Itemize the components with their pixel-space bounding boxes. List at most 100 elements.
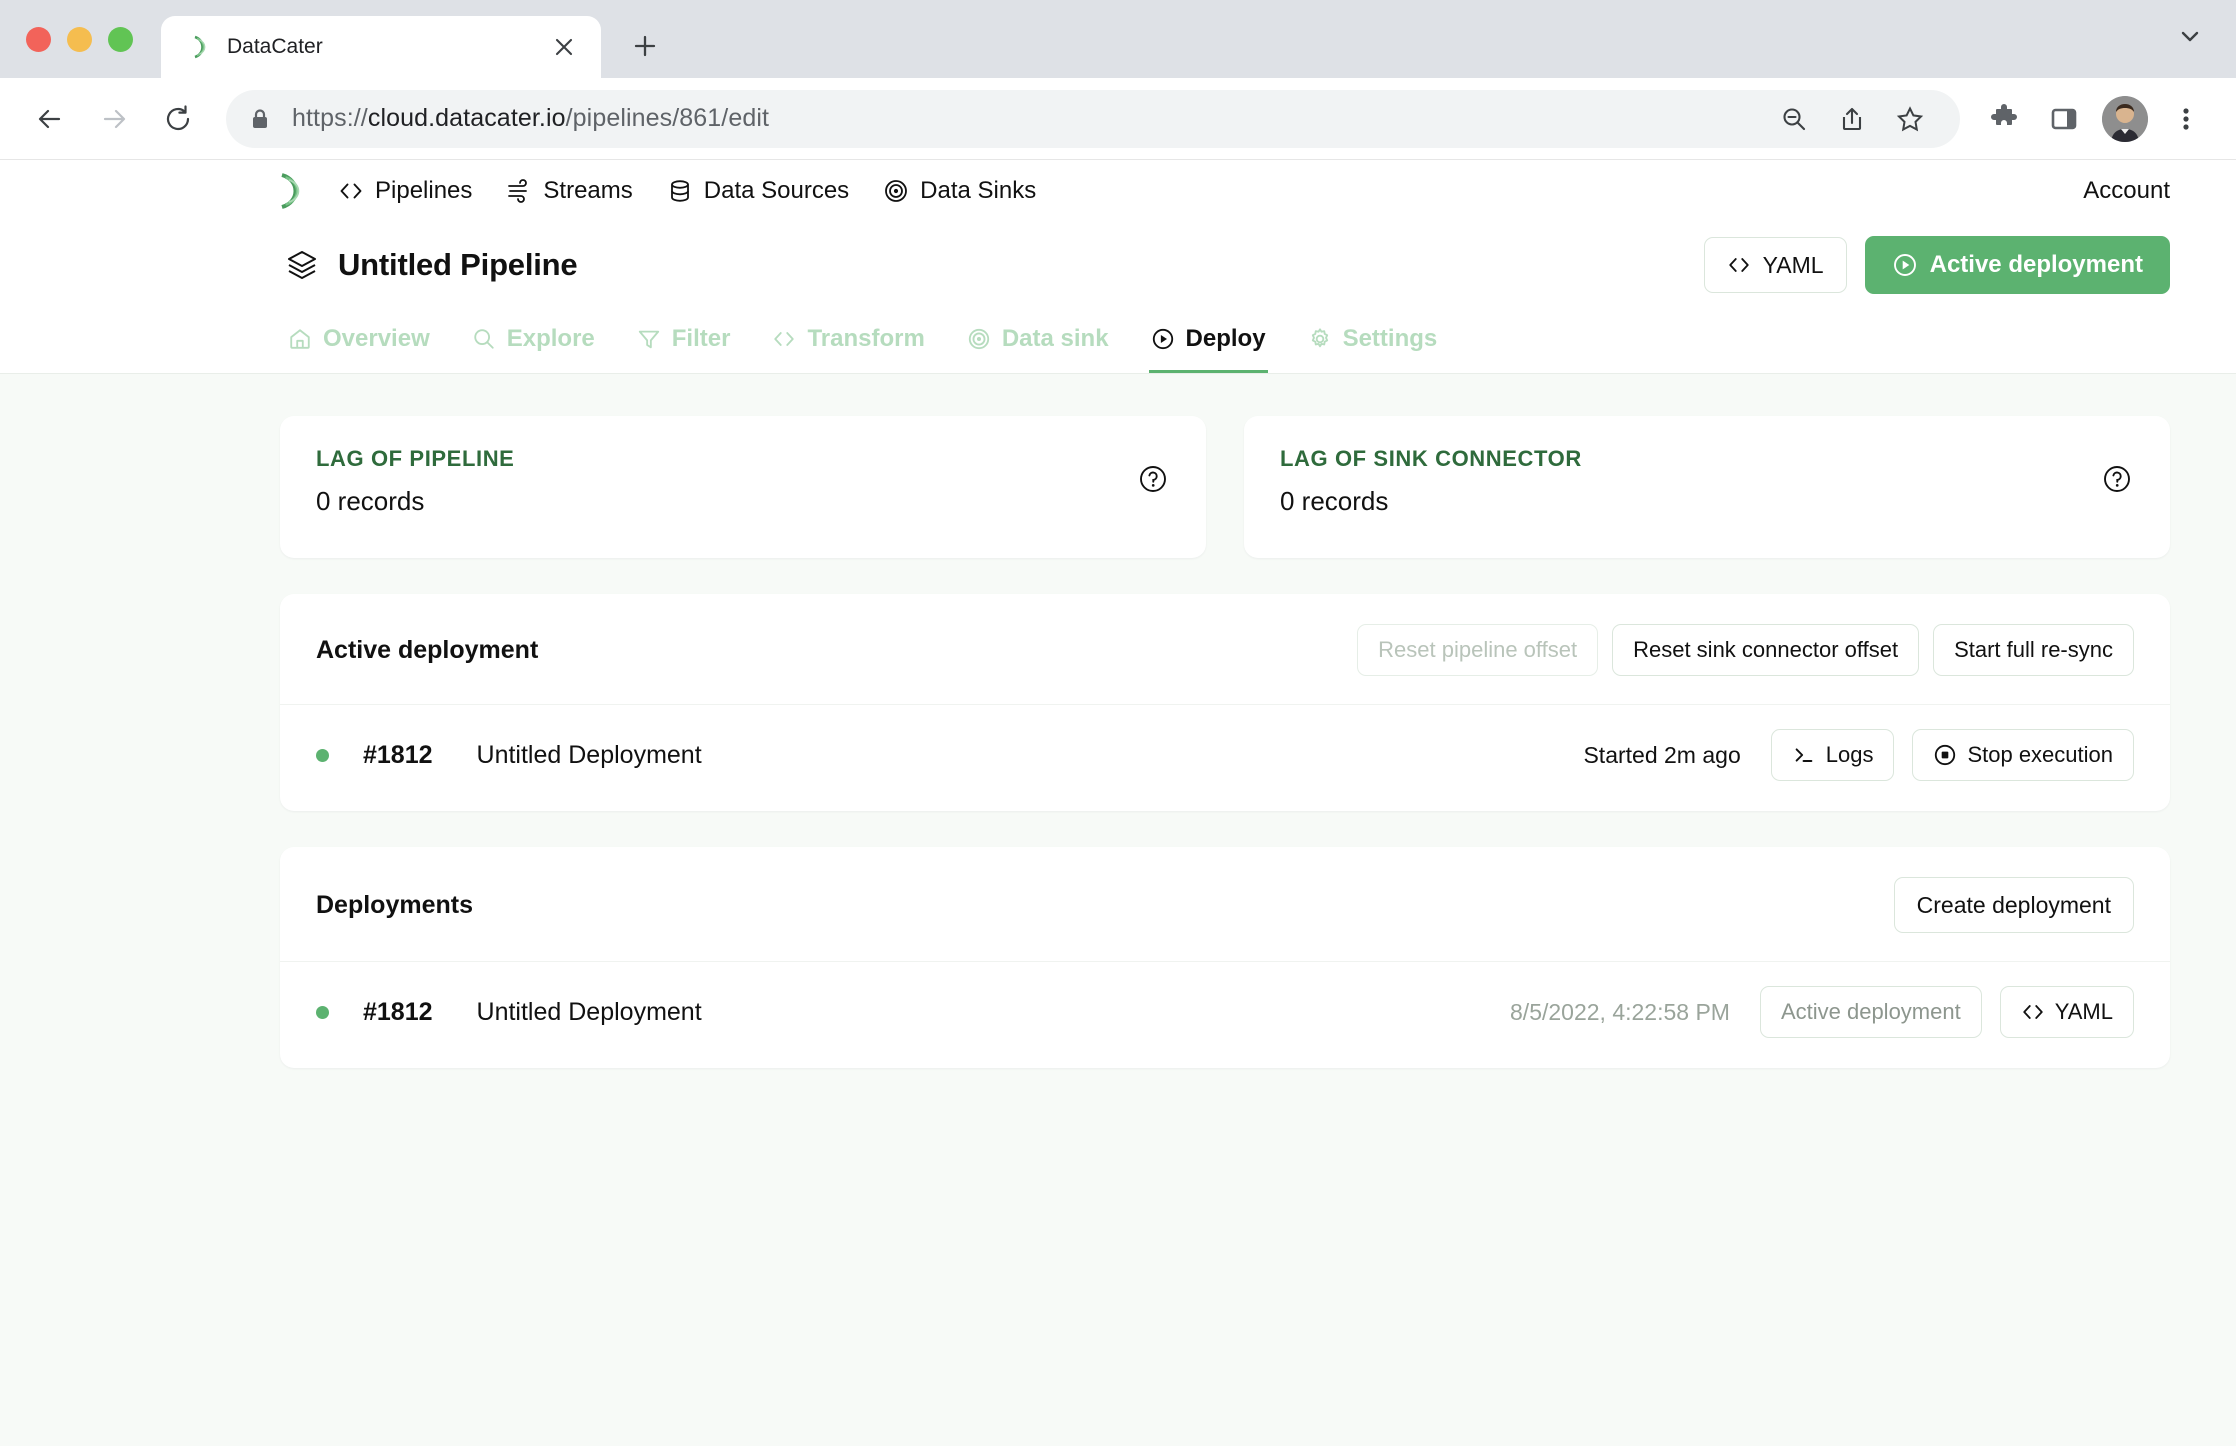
tab-settings[interactable]: Settings — [1306, 308, 1440, 373]
share-icon[interactable] — [1824, 91, 1880, 147]
chevron-down-icon[interactable] — [2170, 16, 2210, 56]
nav-item-label: Data Sources — [703, 177, 850, 204]
panel-header: Deployments Create deployment — [280, 847, 2170, 961]
datacater-logo-icon — [187, 34, 213, 60]
home-icon — [288, 327, 312, 351]
deployment-timestamp: 8/5/2022, 4:22:58 PM — [1510, 998, 1730, 1025]
stat-card-value: 0 records — [316, 486, 425, 516]
page-title: Untitled Pipeline — [286, 247, 578, 283]
window-maximize-button[interactable] — [108, 27, 133, 52]
nav-item-label: Pipelines — [375, 177, 473, 204]
active-deployment-badge-button[interactable]: Active deployment — [1759, 986, 1982, 1038]
browser-window: DataCater https://cloud.datacater.io/pip… — [0, 0, 2236, 1446]
tab-label: Overview — [323, 325, 430, 352]
nav-item-data-sources[interactable]: Data Sources — [667, 160, 849, 222]
tab-filter[interactable]: Filter — [635, 308, 733, 373]
yaml-button-label: YAML — [1762, 251, 1824, 278]
button-label: Reset pipeline offset — [1378, 637, 1578, 662]
button-label: YAML — [2054, 999, 2113, 1024]
funnel-icon — [637, 327, 661, 351]
database-icon — [667, 178, 693, 204]
deployments-panel: Deployments Create deployment #1812 Unti… — [280, 847, 2170, 1068]
yaml-button[interactable]: YAML — [1703, 237, 1847, 293]
account-link[interactable]: Account — [2083, 177, 2170, 205]
active-deployment-row[interactable]: #1812 Untitled Deployment Started 2m ago — [280, 704, 2170, 811]
question-circle-icon[interactable] — [1136, 462, 1170, 496]
stat-card-value: 0 records — [1280, 486, 1389, 516]
app-nav-links: Pipelines Streams Data Sources Data Sink… — [338, 160, 1036, 222]
lock-icon — [248, 107, 272, 131]
stop-circle-icon — [1933, 743, 1957, 767]
logs-button[interactable]: Logs — [1770, 729, 1895, 781]
window-controls — [26, 27, 133, 78]
deployment-id: #1812 — [363, 997, 433, 1026]
browser-tab[interactable]: DataCater — [161, 16, 601, 78]
tab-data-sink[interactable]: Data sink — [965, 308, 1111, 373]
stat-card-label: LAG OF PIPELINE — [316, 446, 515, 471]
layers-icon — [286, 249, 318, 281]
table-row[interactable]: #1812 Untitled Deployment 8/5/2022, 4:22… — [280, 961, 2170, 1068]
new-tab-button[interactable] — [619, 20, 671, 72]
nav-item-pipelines[interactable]: Pipelines — [338, 160, 472, 222]
tab-transform[interactable]: Transform — [770, 308, 926, 373]
panel-title: Deployments — [316, 890, 473, 919]
yaml-button[interactable]: YAML — [1999, 986, 2134, 1038]
play-circle-icon — [1892, 252, 1918, 278]
browser-toolbar: https://cloud.datacater.io/pipelines/861… — [0, 78, 2236, 160]
window-close-button[interactable] — [26, 27, 51, 52]
button-label: Stop execution — [1967, 742, 2113, 767]
zoom-out-icon[interactable] — [1766, 91, 1822, 147]
reload-icon[interactable] — [148, 89, 208, 149]
question-circle-icon[interactable] — [2100, 462, 2134, 496]
window-minimize-button[interactable] — [67, 27, 92, 52]
active-deployment-button[interactable]: Active deployment — [1864, 236, 2170, 294]
button-label: Logs — [1825, 742, 1874, 767]
three-dots-vertical-icon[interactable] — [2158, 91, 2214, 147]
row-actions: Started 2m ago Logs Stop execution — [1583, 729, 2134, 781]
play-circle-icon — [1151, 327, 1175, 351]
tab-label: Transform — [807, 325, 925, 352]
button-label: Active deployment — [1780, 999, 1961, 1024]
page-viewport: Pipelines Streams Data Sources Data Sink… — [0, 160, 2236, 1446]
create-deployment-button[interactable]: Create deployment — [1893, 877, 2134, 933]
tab-deploy[interactable]: Deploy — [1148, 308, 1268, 373]
tab-label: Deploy — [1185, 325, 1266, 352]
datacater-logo-icon[interactable] — [270, 170, 312, 212]
arrow-left-icon[interactable] — [20, 89, 80, 149]
stat-cards: LAG OF PIPELINE 0 records LAG OF SINK CO… — [280, 416, 2170, 558]
tab-overview[interactable]: Overview — [286, 308, 432, 373]
deployment-name: Untitled Deployment — [476, 740, 702, 769]
puzzle-icon[interactable] — [1976, 91, 2032, 147]
code-brackets-icon — [772, 327, 796, 351]
page-header-actions: YAML Active deployment — [1703, 236, 2170, 294]
tab-label: Explore — [506, 325, 595, 352]
side-panel-icon[interactable] — [2036, 91, 2092, 147]
deployment-id: #1812 — [363, 740, 433, 769]
streams-icon — [506, 178, 532, 204]
omnibox-actions — [1766, 91, 1938, 147]
tab-label: Data sink — [1001, 325, 1109, 352]
deploy-content: LAG OF PIPELINE 0 records LAG OF SINK CO… — [0, 374, 2236, 1446]
code-brackets-icon — [338, 178, 364, 204]
arrow-right-icon[interactable] — [84, 89, 144, 149]
tab-explore[interactable]: Explore — [470, 308, 597, 373]
stop-execution-button[interactable]: Stop execution — [1912, 729, 2134, 781]
gear-icon — [1308, 327, 1332, 351]
page-title-text: Untitled Pipeline — [338, 247, 578, 282]
deployment-started: Started 2m ago — [1583, 741, 1741, 768]
avatar[interactable] — [2102, 95, 2148, 142]
start-full-resync-button[interactable]: Start full re-sync — [1933, 624, 2134, 676]
target-icon — [883, 178, 909, 204]
close-icon[interactable] — [547, 30, 581, 64]
active-deployment-button-label: Active deployment — [1929, 251, 2143, 278]
nav-item-data-sinks[interactable]: Data Sinks — [883, 160, 1036, 222]
reset-sink-connector-offset-button[interactable]: Reset sink connector offset — [1612, 624, 1920, 676]
nav-item-streams[interactable]: Streams — [506, 160, 633, 222]
address-bar[interactable]: https://cloud.datacater.io/pipelines/861… — [226, 89, 1960, 148]
reset-pipeline-offset-button[interactable]: Reset pipeline offset — [1357, 624, 1599, 676]
button-label: Reset sink connector offset — [1633, 637, 1899, 662]
active-deployment-panel: Active deployment Reset pipeline offset … — [280, 594, 2170, 811]
page-header: Untitled Pipeline YAML Active deployment — [0, 222, 2236, 308]
row-actions: 8/5/2022, 4:22:58 PM Active deployment Y… — [1510, 986, 2134, 1038]
star-icon[interactable] — [1882, 91, 1938, 147]
